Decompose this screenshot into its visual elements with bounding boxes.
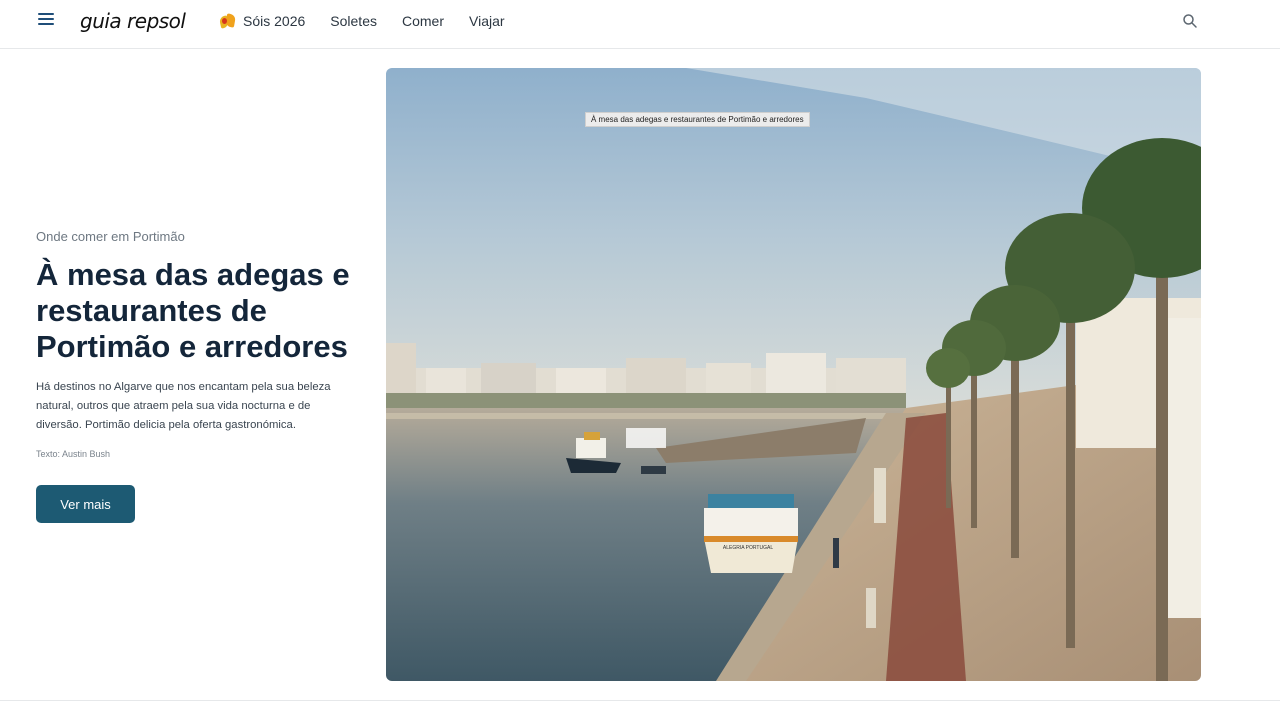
- hero-image[interactable]: ALEGRIA PORTUGAL À mesa das adegas e res…: [386, 68, 1201, 681]
- article-author: Texto: Austin Bush: [36, 449, 111, 459]
- nav-item-label: Viajar: [469, 13, 505, 29]
- nav-item-label: Soletes: [330, 13, 377, 29]
- article-description: Há destinos no Algarve que nos encantam …: [36, 381, 331, 431]
- main-nav: Sóis 2026 Soletes Comer Viajar: [218, 13, 530, 29]
- hamburger-menu-icon[interactable]: [38, 13, 54, 29]
- nav-item-label: Comer: [401, 13, 444, 29]
- article-title: À mesa das adegas e restaurantes de Port…: [36, 257, 350, 364]
- divider: [0, 700, 1280, 701]
- site-logo[interactable]: guia repsol: [80, 9, 186, 33]
- image-tooltip: À mesa das adegas e restaurantes de Port…: [585, 112, 810, 127]
- article-eyebrow: Onde comer em Portimão: [36, 229, 185, 244]
- site-header: guia repsol Sóis 2026 Soletes Comer Viaj…: [0, 0, 1280, 49]
- ver-mais-button[interactable]: Ver mais: [36, 485, 135, 523]
- search-icon[interactable]: [1182, 13, 1198, 29]
- boat-label: ALEGRIA PORTUGAL: [723, 545, 773, 551]
- sol-icon: [218, 13, 237, 29]
- portimao-marina-photo: ALEGRIA PORTUGAL: [386, 68, 1201, 681]
- nav-item-soletes[interactable]: Soletes: [330, 13, 377, 29]
- nav-item-comer[interactable]: Comer: [402, 13, 444, 29]
- nav-item-sois-2026[interactable]: Sóis 2026: [218, 13, 306, 29]
- nav-item-label: Sóis 2026: [243, 13, 306, 29]
- nav-item-viajar[interactable]: Viajar: [469, 13, 505, 29]
